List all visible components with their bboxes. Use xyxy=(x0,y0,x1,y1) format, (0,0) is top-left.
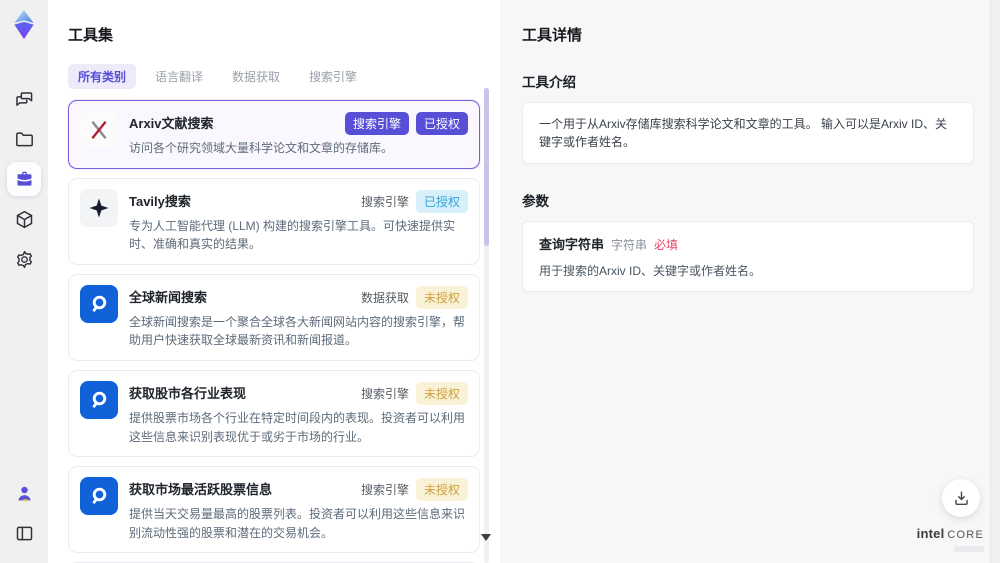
tool-category-badge: 搜索引擎 xyxy=(344,112,409,135)
arxiv-icon xyxy=(80,111,118,149)
tool-category-badge: 搜索引擎 xyxy=(360,483,409,498)
tool-category-badge: 搜索引擎 xyxy=(360,386,409,401)
tool-category-badge: 数据获取 xyxy=(360,290,409,305)
tool-intro-text: 一个用于从Arxiv存储库搜索科学论文和文章的工具。 输入可以是Arxiv ID… xyxy=(539,117,948,149)
list-scrollbar-thumb[interactable] xyxy=(484,88,489,246)
tool-auth-badge: 未授权 xyxy=(415,381,468,405)
tool-card[interactable]: Arxiv文献搜索 搜索引擎 已授权 访问各个研究领域大量科学论文和文章的存储库… xyxy=(68,100,480,169)
category-tab-1[interactable]: 语言翻译 xyxy=(145,64,213,89)
tool-title: 获取股市各行业表现 xyxy=(129,385,247,401)
tool-description: 提供股票市场各个行业在特定时间段内的表现。投资者可以利用这些信息来识别表现优于或… xyxy=(129,410,466,444)
sidebar-settings-icon[interactable] xyxy=(7,242,41,276)
category-tab-2[interactable]: 数据获取 xyxy=(222,64,290,89)
tool-category-badge: 搜索引擎 xyxy=(360,194,409,209)
download-icon xyxy=(954,490,968,505)
tool-auth-badge: 已授权 xyxy=(415,112,468,135)
detail-title: 工具详情 xyxy=(522,27,583,44)
tool-intro-card: 一个用于从Arxiv存储库搜索科学论文和文章的工具。 输入可以是Arxiv ID… xyxy=(522,102,974,164)
params-section-title: 参数 xyxy=(522,194,549,209)
list-scrollbar[interactable] xyxy=(484,88,489,563)
tool-card[interactable]: 获取股市各行业表现 搜索引擎 未授权 提供股票市场各个行业在特定时间段内的表现。… xyxy=(68,369,480,458)
brand-secondary: CORE xyxy=(947,529,984,542)
tool-auth-badge: 未授权 xyxy=(415,285,468,309)
tool-card[interactable]: 全球新闻搜索 数据获取 未授权 全球新闻搜索是一个聚合全球各大新闻网站内容的搜索… xyxy=(68,273,480,361)
bluesearch-icon xyxy=(80,284,118,323)
sidebar-folder-icon[interactable] xyxy=(7,122,41,156)
intro-section-title: 工具介绍 xyxy=(522,75,576,90)
tool-list-panel: 工具集 所有类别 语言翻译 数据获取 搜索引擎 Arxiv文献搜索 搜索引擎 已授权 … xyxy=(48,0,500,563)
bluesearch-icon xyxy=(80,380,118,419)
page-title: 工具集 xyxy=(68,27,114,44)
tool-auth-badge: 已授权 xyxy=(415,189,468,213)
download-button[interactable] xyxy=(942,479,980,517)
tool-title: Tavily搜索 xyxy=(129,193,191,209)
brand-subtext-faded xyxy=(954,546,984,552)
nav-bottom-icons xyxy=(7,473,41,553)
tool-detail-panel: 工具详情 工具介绍 一个用于从Arxiv存储库搜索科学论文和文章的工具。 输入可… xyxy=(500,0,1000,563)
tool-title: 获取市场最活跃股票信息 xyxy=(129,482,273,498)
parameter-required-badge: 必填 xyxy=(654,238,679,252)
tool-card[interactable]: 获取市场最活跃股票信息 搜索引擎 未授权 提供当天交易量最高的股票列表。投资者可… xyxy=(68,466,480,554)
parameter-header: 查询字符串 字符串 必填 xyxy=(539,234,957,253)
parameter-description: 用于搜索的Arxiv ID、关键字或作者姓名。 xyxy=(539,264,762,278)
intel-core-logo: intel CORE xyxy=(917,525,984,552)
tool-list: Arxiv文献搜索 搜索引擎 已授权 访问各个研究领域大量科学论文和文章的存储库… xyxy=(68,100,480,563)
parameter-type: 字符串 xyxy=(611,238,648,252)
scroll-down-indicator[interactable] xyxy=(481,534,491,541)
tool-card[interactable]: Tavily搜索 搜索引擎 已授权 专为人工智能代理 (LLM) 构建的搜索引擎… xyxy=(68,177,480,265)
tavily-icon xyxy=(80,188,118,227)
tool-description: 提供当天交易量最高的股票列表。投资者可以利用这些信息来识别流动性强的股票和潜在的… xyxy=(129,507,466,540)
parameter-name: 查询字符串 xyxy=(539,237,605,252)
tool-auth-badge: 未授权 xyxy=(415,478,468,502)
tool-description: 全球新闻搜索是一个聚合全球各大新闻网站内容的搜索引擎，帮助用户快速获取全球最新资… xyxy=(129,314,466,348)
sidebar-panel-icon[interactable] xyxy=(7,516,41,550)
category-tab-3[interactable]: 搜索引擎 xyxy=(299,64,367,89)
tool-description: 访问各个研究领域大量科学论文和文章的存储库。 xyxy=(129,141,394,155)
nav-sidebar xyxy=(0,0,48,563)
category-tabs: 所有类别 语言翻译 数据获取 搜索引擎 xyxy=(68,64,476,89)
tool-description: 专为人工智能代理 (LLM) 构建的搜索引擎工具。可快速提供实时、准确和真实的结… xyxy=(129,218,456,252)
category-tab-0[interactable]: 所有类别 xyxy=(68,64,137,89)
app-window: 工具集 所有类别 语言翻译 数据获取 搜索引擎 Arxiv文献搜索 搜索引擎 已授权 … xyxy=(0,0,1000,563)
detail-scrollbar-track[interactable] xyxy=(990,0,1000,563)
tool-title: Arxiv文献搜索 xyxy=(129,116,214,131)
sidebar-cube-icon[interactable] xyxy=(7,202,41,236)
sidebar-chat-icon[interactable] xyxy=(7,82,41,116)
parameter-card: 查询字符串 字符串 必填 用于搜索的Arxiv ID、关键字或作者姓名。 xyxy=(522,221,974,292)
brand-primary: intel xyxy=(916,526,945,542)
sidebar-user-icon[interactable] xyxy=(7,476,41,510)
bluesearch-icon xyxy=(80,477,118,516)
nav-icon-list xyxy=(7,76,41,282)
tool-title: 全球新闻搜索 xyxy=(129,289,208,305)
app-logo-gem-icon xyxy=(9,8,39,42)
sidebar-toolbox-icon[interactable] xyxy=(7,162,41,196)
